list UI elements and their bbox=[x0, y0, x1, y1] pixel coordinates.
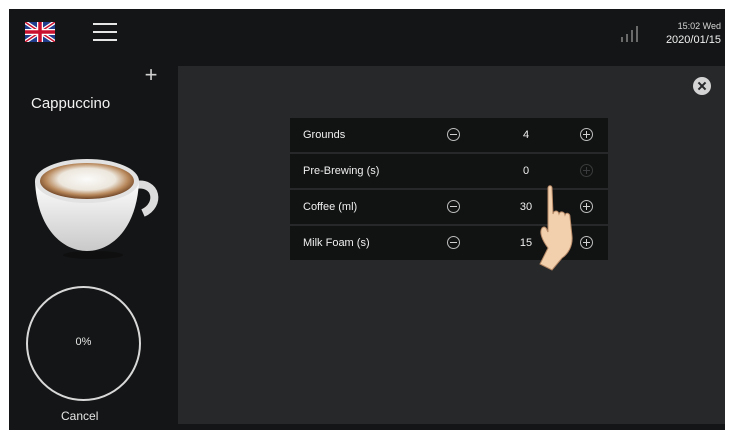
setting-value: 0 bbox=[522, 165, 530, 177]
progress-value: 0% bbox=[75, 336, 92, 348]
top-bar: 15:02 Wed 2020/01/15 bbox=[9, 9, 725, 59]
minus-icon[interactable] bbox=[447, 128, 460, 141]
signal-strength-icon bbox=[621, 26, 638, 42]
setting-row-grounds: Grounds 4 bbox=[290, 118, 608, 152]
drink-panel: + Cappuccino 0% Cancel bbox=[9, 59, 175, 430]
screen: 15:02 Wed 2020/01/15 + Cappuccino 0% Can… bbox=[9, 9, 725, 430]
close-icon[interactable] bbox=[693, 77, 711, 95]
settings-table: Grounds 4 Pre-Brewing (s) 0 Coffee (ml) … bbox=[290, 118, 608, 271]
hamburger-menu-icon[interactable] bbox=[93, 23, 117, 43]
setting-row-pre-brewing: Pre-Brewing (s) 0 bbox=[290, 154, 608, 188]
cappuccino-cup-image bbox=[35, 159, 159, 259]
progress-ring[interactable]: 0% bbox=[26, 286, 141, 401]
setting-value: 15 bbox=[519, 237, 533, 249]
minus-icon[interactable] bbox=[447, 236, 460, 249]
add-icon[interactable]: + bbox=[141, 64, 161, 86]
uk-flag-icon[interactable] bbox=[25, 22, 55, 42]
minus-icon[interactable] bbox=[447, 200, 460, 213]
clock-date: 2020/01/15 bbox=[665, 34, 721, 46]
settings-panel: Grounds 4 Pre-Brewing (s) 0 Coffee (ml) … bbox=[178, 66, 725, 424]
drink-name: Cappuccino bbox=[31, 95, 111, 112]
setting-label: Pre-Brewing (s) bbox=[303, 165, 380, 177]
clock-time: 15:02 Wed bbox=[677, 21, 721, 31]
setting-value: 30 bbox=[519, 201, 533, 213]
setting-label: Grounds bbox=[303, 129, 346, 141]
plus-icon-disabled bbox=[580, 164, 593, 177]
setting-label: Coffee (ml) bbox=[303, 201, 358, 213]
setting-label: Milk Foam (s) bbox=[303, 237, 370, 249]
cancel-button[interactable]: Cancel bbox=[61, 409, 98, 423]
plus-icon[interactable] bbox=[580, 128, 593, 141]
pointing-hand-icon bbox=[539, 185, 573, 271]
plus-icon[interactable] bbox=[580, 236, 593, 249]
plus-icon[interactable] bbox=[580, 200, 593, 213]
setting-value: 4 bbox=[522, 129, 530, 141]
